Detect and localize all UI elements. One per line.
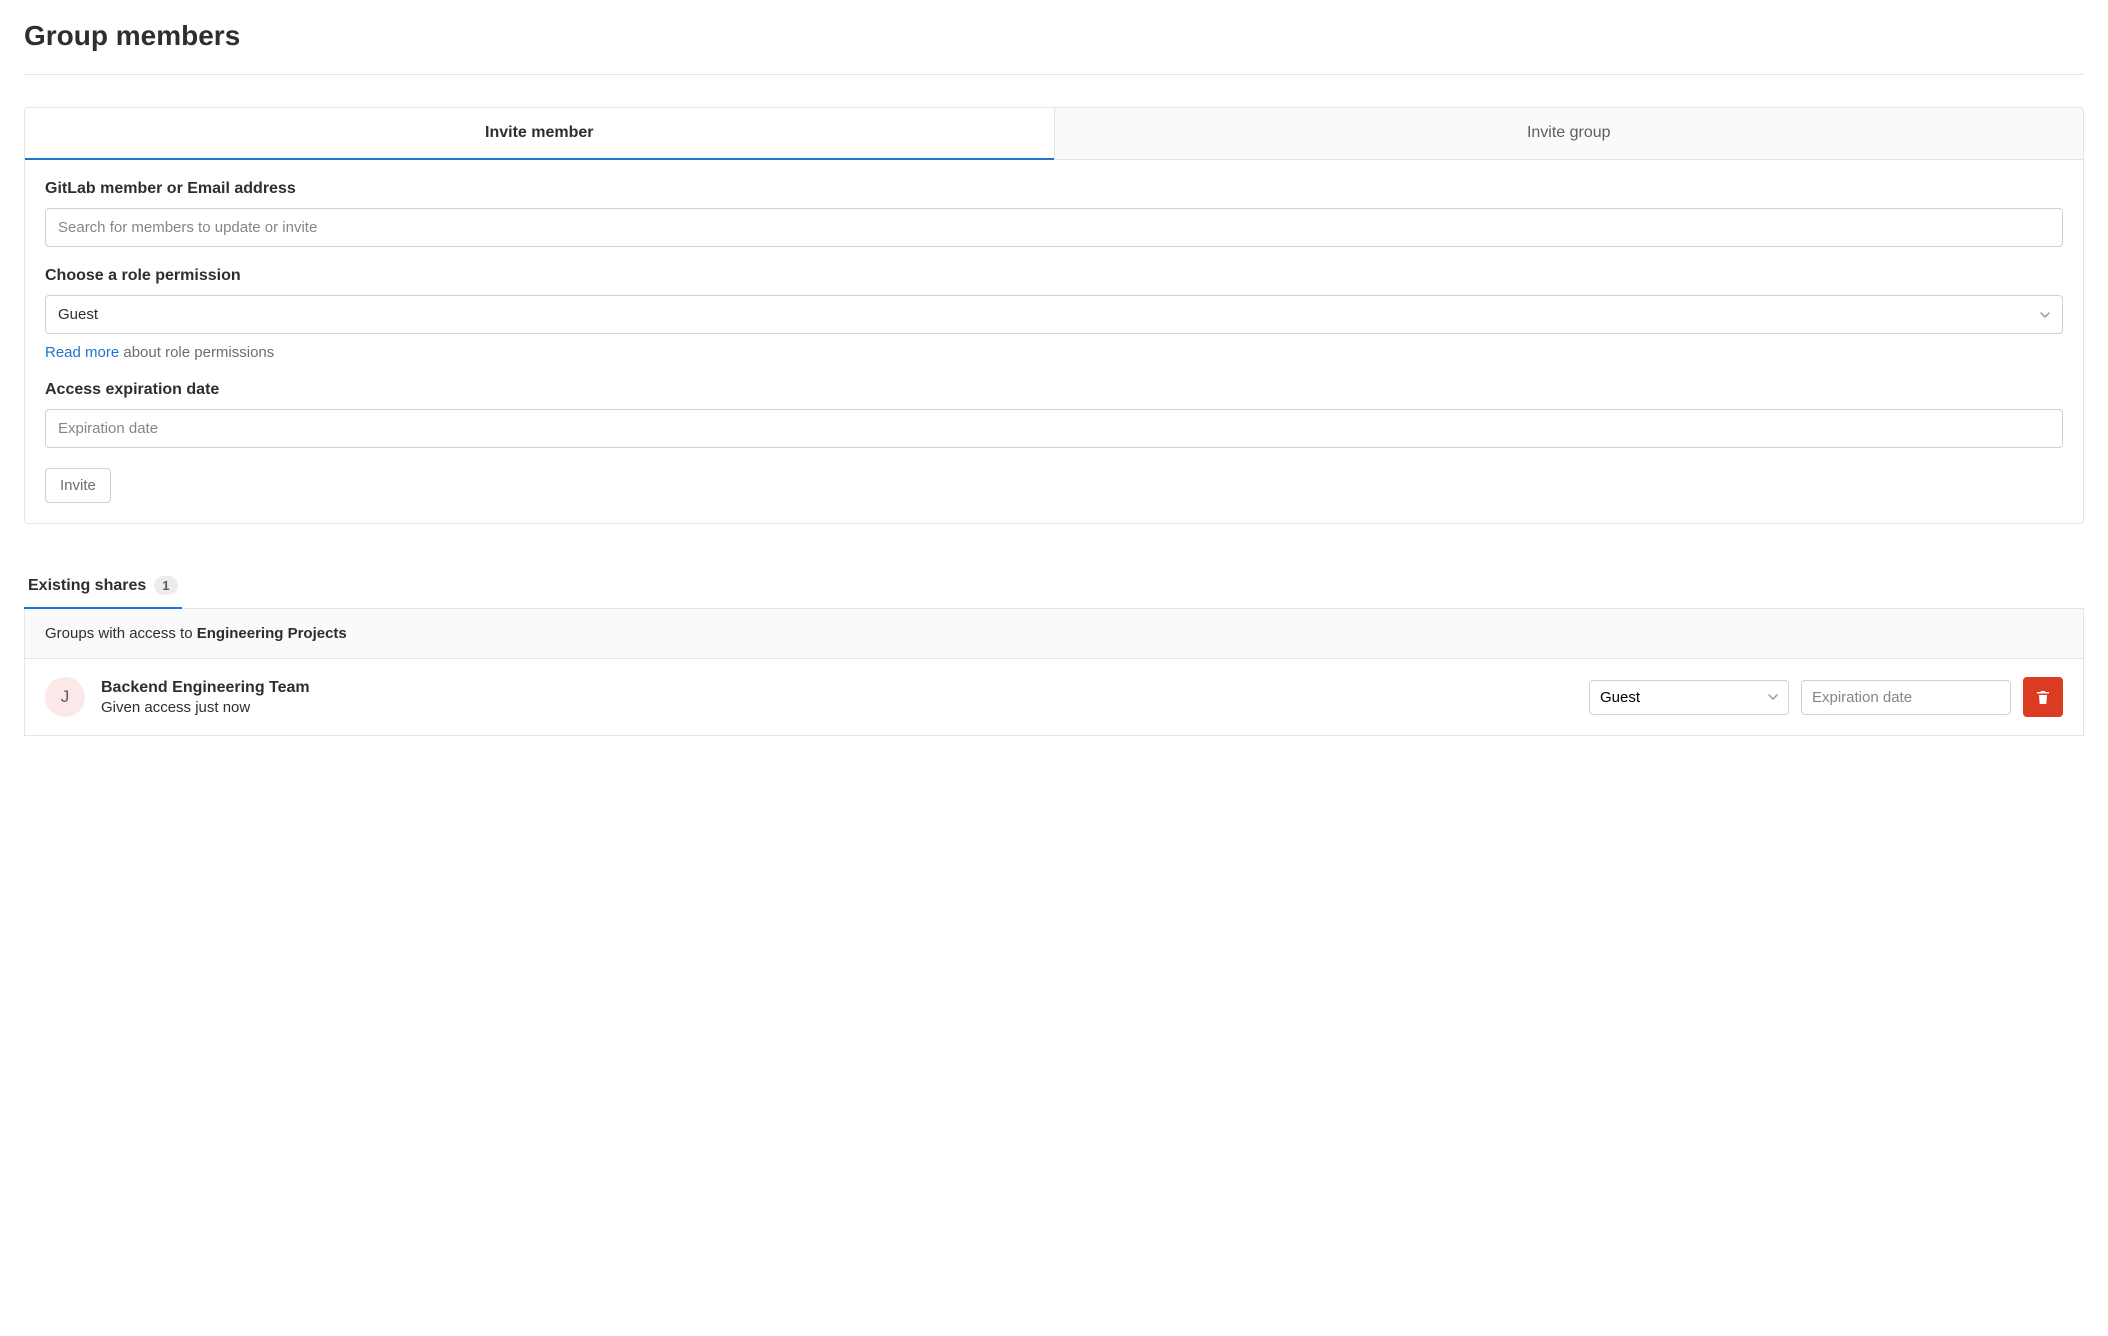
share-info: Backend Engineering Team Given access ju… (101, 679, 1573, 716)
role-label: Choose a role permission (45, 267, 2063, 285)
shares-header-prefix: Groups with access to (45, 625, 197, 642)
shares-header: Groups with access to Engineering Projec… (24, 609, 2084, 659)
invite-panel: GitLab member or Email address Choose a … (24, 160, 2084, 524)
existing-shares-count-badge: 1 (154, 576, 177, 595)
existing-shares-section: Existing shares 1 Groups with access to … (24, 564, 2084, 736)
role-select[interactable]: Guest (45, 295, 2063, 334)
invite-tabs: Invite member Invite group (24, 107, 2084, 160)
shares-header-project: Engineering Projects (197, 625, 347, 642)
tab-invite-member[interactable]: Invite member (25, 108, 1054, 160)
page-title: Group members (24, 20, 2084, 52)
role-help-text: Read more about role permissions (45, 344, 2063, 361)
share-meta: Given access just now (101, 699, 1573, 716)
tab-invite-group[interactable]: Invite group (1054, 108, 2084, 160)
role-help-rest: about role permissions (119, 344, 274, 361)
delete-share-button[interactable] (2023, 677, 2063, 717)
share-controls: Guest (1589, 677, 2063, 717)
tab-existing-shares[interactable]: Existing shares 1 (24, 564, 182, 609)
avatar: J (45, 677, 85, 717)
divider (24, 74, 2084, 75)
existing-shares-label: Existing shares (28, 577, 146, 595)
share-name: Backend Engineering Team (101, 679, 1573, 697)
share-expiration-input[interactable] (1801, 680, 2011, 715)
member-label: GitLab member or Email address (45, 180, 2063, 198)
expiration-label: Access expiration date (45, 381, 2063, 399)
share-role-select[interactable]: Guest (1589, 680, 1789, 715)
expiration-input[interactable] (45, 409, 2063, 448)
share-row: J Backend Engineering Team Given access … (24, 659, 2084, 736)
read-more-link[interactable]: Read more (45, 344, 119, 361)
member-search-input[interactable] (45, 208, 2063, 247)
invite-button[interactable]: Invite (45, 468, 111, 503)
trash-icon (2035, 689, 2051, 705)
